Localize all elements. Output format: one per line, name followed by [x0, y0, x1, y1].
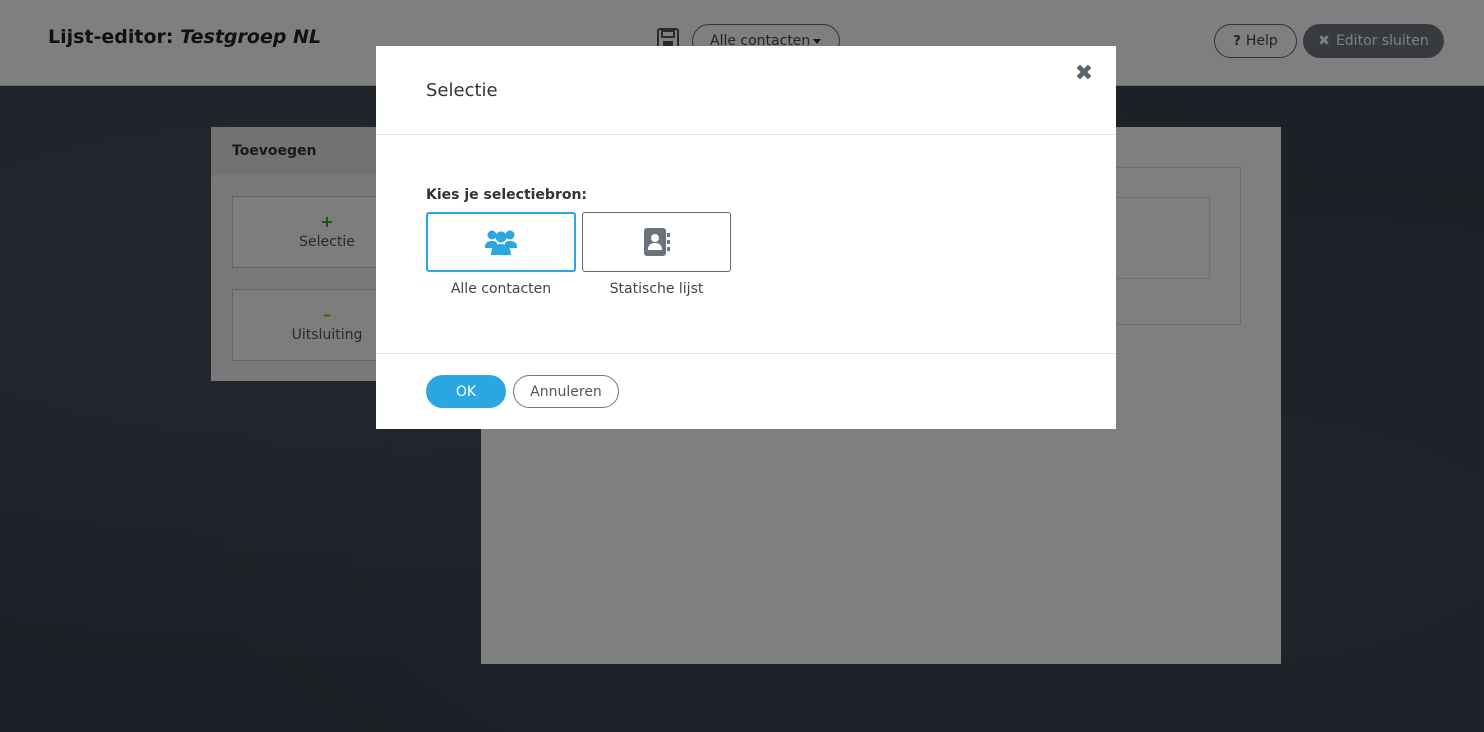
- modal-footer: OK Annuleren: [376, 354, 1116, 428]
- cancel-button[interactable]: Annuleren: [513, 375, 619, 408]
- source-caption-static-list: Statische lijst: [609, 281, 704, 297]
- selection-modal: Selectie ✖ Kies je selectiebron: Alle co…: [376, 46, 1116, 429]
- source-caption-all-contacts: Alle contacten: [450, 281, 552, 297]
- source-label: Kies je selectiebron:: [426, 187, 588, 203]
- modal-body: Kies je selectiebron: Alle contacten Sta…: [376, 135, 1116, 354]
- modal-title: Selectie: [426, 80, 498, 101]
- source-option-all-contacts[interactable]: [426, 212, 576, 272]
- close-icon[interactable]: ✖: [1074, 63, 1094, 85]
- modal-header: Selectie ✖: [376, 46, 1116, 135]
- ok-button[interactable]: OK: [426, 375, 506, 408]
- address-book-icon: [643, 228, 670, 256]
- source-option-static-list[interactable]: [582, 212, 731, 272]
- users-icon: [485, 230, 517, 255]
